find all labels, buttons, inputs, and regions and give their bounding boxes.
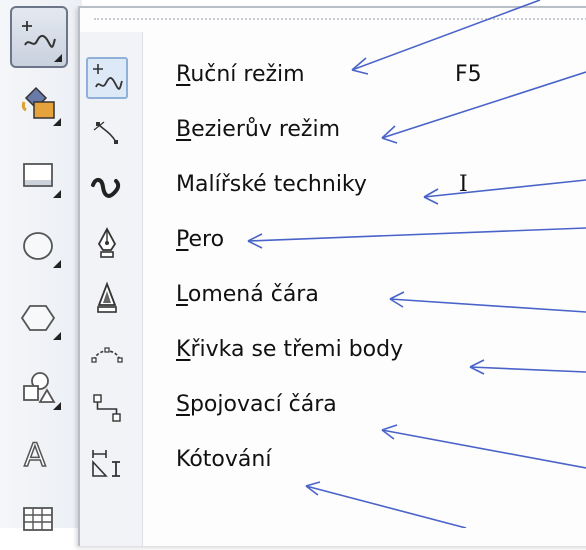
menu-grip[interactable] xyxy=(94,18,586,20)
ellipse-tool-button[interactable] xyxy=(10,218,70,278)
menu-item-label: Ruční režim xyxy=(176,62,305,87)
rectangle-tool-button[interactable] xyxy=(10,148,70,208)
bezier-icon xyxy=(86,112,128,154)
artistic-media-icon xyxy=(86,167,128,209)
menu-item-bezier[interactable]: Bezierův režim xyxy=(80,105,586,159)
shortcut-label: F5 xyxy=(455,62,482,87)
table-tool-button[interactable] xyxy=(10,490,70,550)
menu-item-label: Pero xyxy=(176,227,225,252)
menu-item-label: Lomená čára xyxy=(176,282,319,307)
polyline-icon xyxy=(86,277,128,319)
curve-tools-flyout-menu: Ruční režim F5 Bezierův režim Malířské t… xyxy=(78,6,586,546)
dimension-icon xyxy=(86,442,128,484)
three-point-curve-icon xyxy=(86,332,128,374)
menu-item-label: Bezierův režim xyxy=(176,117,341,142)
menu-item-dimension[interactable]: Kótování xyxy=(80,435,586,489)
pen-nib-icon xyxy=(86,222,128,264)
menu-item-label: Spojovací čára xyxy=(176,392,337,417)
menu-item-polyline[interactable]: Lomená čára xyxy=(80,270,586,324)
menu-item-label: Křivka se třemi body xyxy=(176,337,404,362)
menu-item-pen[interactable]: Pero xyxy=(80,215,586,269)
freehand-tool-button[interactable] xyxy=(10,6,68,68)
svg-text:A: A xyxy=(24,436,46,474)
basic-shapes-tool-button[interactable] xyxy=(10,360,70,420)
menu-item-artistic-media[interactable]: Malířské techniky I xyxy=(80,160,586,214)
freehand-icon xyxy=(86,57,128,99)
menu-item-label: Malířské techniky xyxy=(176,172,367,197)
text-tool-icon: A xyxy=(20,434,60,478)
connector-line-icon xyxy=(86,387,128,429)
menu-item-label: Kótování xyxy=(176,447,272,472)
menu-item-three-point-curve[interactable]: Křivka se třemi body xyxy=(80,325,586,379)
smart-fill-tool-button[interactable] xyxy=(10,76,70,136)
menu-item-freehand[interactable]: Ruční režim F5 xyxy=(80,50,586,104)
toolbox: A xyxy=(0,0,82,531)
polygon-tool-button[interactable] xyxy=(10,290,70,350)
freehand-curve-icon xyxy=(19,15,59,59)
shortcut-label: I xyxy=(459,172,468,197)
text-tool-button[interactable]: A xyxy=(10,426,70,486)
table-icon xyxy=(20,498,60,542)
menu-item-connector[interactable]: Spojovací čára xyxy=(80,380,586,434)
